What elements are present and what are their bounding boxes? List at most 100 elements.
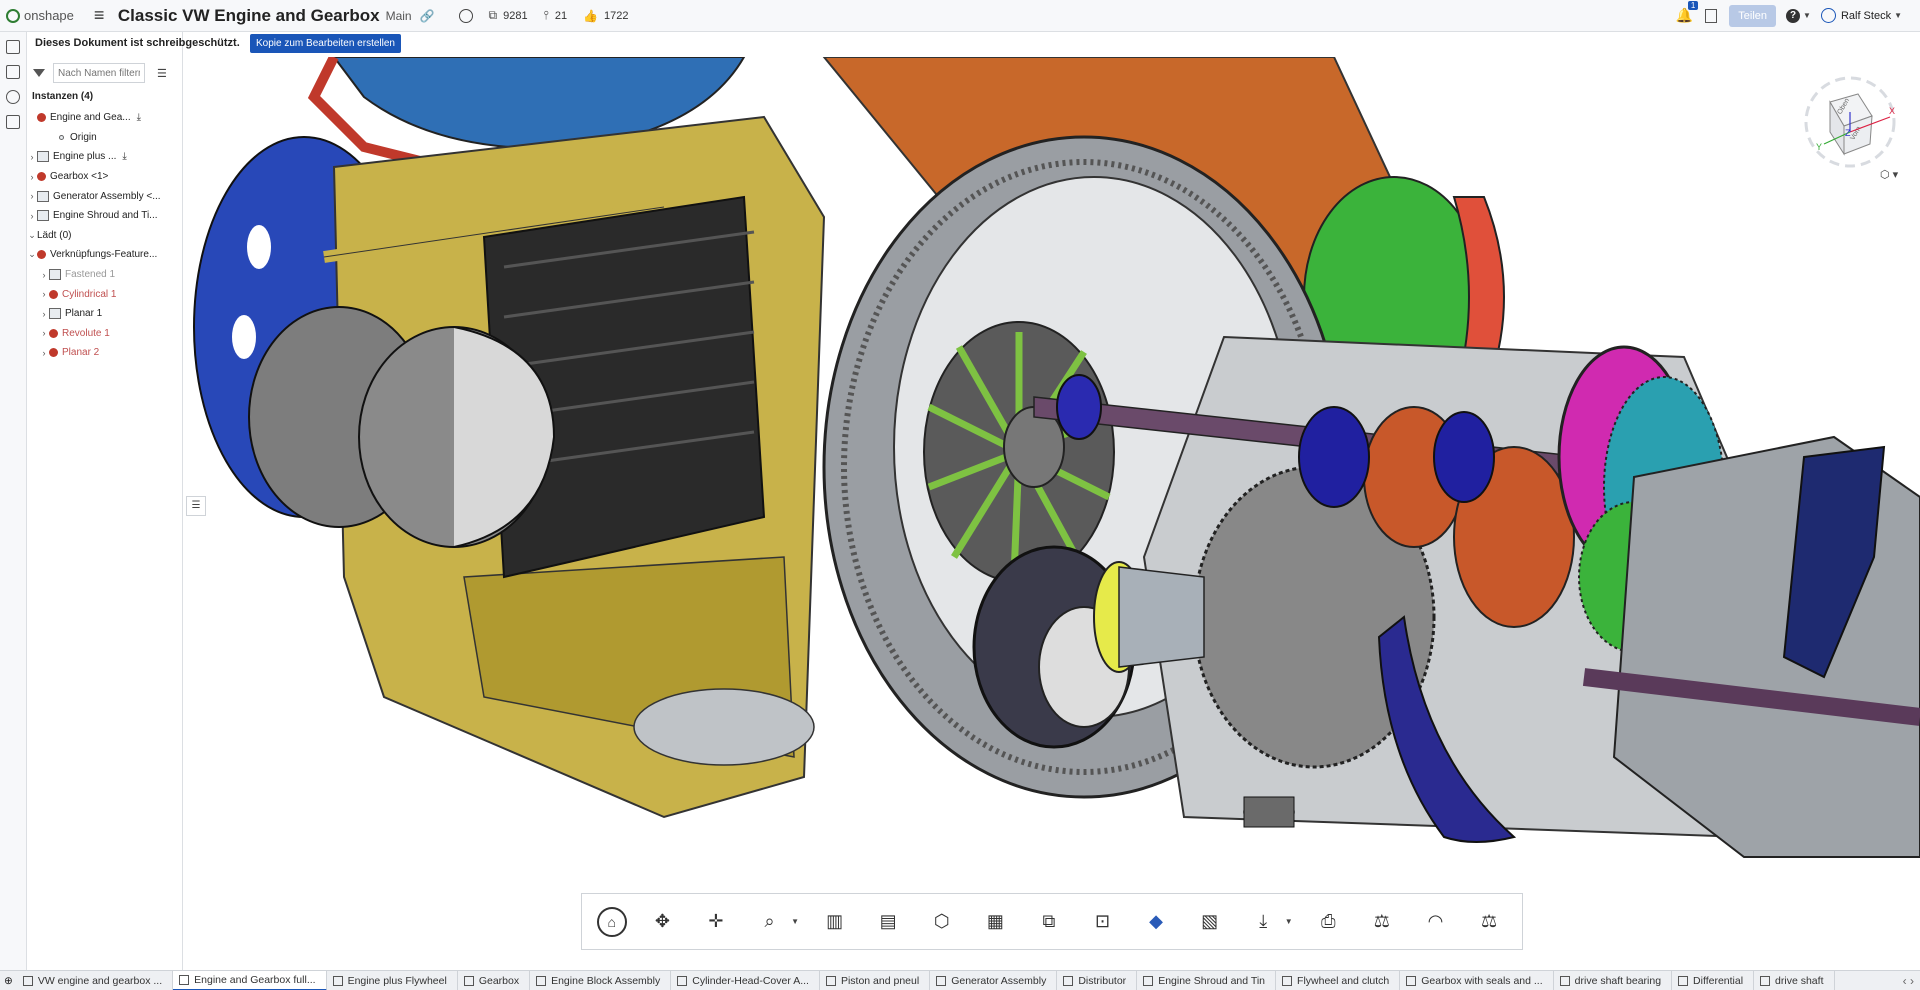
chevron-icon[interactable]: › bbox=[27, 191, 37, 201]
document-tab[interactable]: Flywheel and clutch bbox=[1276, 971, 1401, 990]
download-icon[interactable]: ⤓ bbox=[122, 151, 126, 162]
chevron-icon[interactable]: › bbox=[27, 152, 37, 162]
user-chevron-down-icon[interactable]: ▼ bbox=[1894, 11, 1902, 20]
chevron-icon[interactable]: › bbox=[39, 289, 49, 299]
tree-item-label: Revolute 1 bbox=[62, 327, 110, 339]
chevron-icon[interactable]: › bbox=[39, 270, 49, 280]
named-views-icon[interactable]: ⧉ bbox=[1031, 904, 1067, 940]
zoom-icon[interactable]: ⌕ bbox=[752, 904, 788, 940]
engine-model-render[interactable] bbox=[184, 57, 1920, 970]
document-tab[interactable]: VW engine and gearbox ... bbox=[17, 971, 174, 990]
links-count[interactable]: ⫯ 21 bbox=[544, 8, 567, 23]
tab-label: Engine plus Flywheel bbox=[347, 974, 447, 987]
chevron-icon[interactable]: › bbox=[39, 328, 49, 338]
tree-item[interactable]: › Planar 2 bbox=[27, 343, 183, 363]
tree-item[interactable]: Origin bbox=[27, 128, 183, 148]
render-mode-icon[interactable]: ⬡ bbox=[924, 904, 960, 940]
rotate-icon[interactable]: ✥ bbox=[644, 904, 680, 940]
home-view-icon[interactable]: ⌂ bbox=[596, 906, 627, 937]
tab-label: Differential bbox=[1693, 974, 1744, 987]
document-title[interactable]: Classic VW Engine and Gearbox bbox=[118, 6, 380, 26]
globe-icon[interactable] bbox=[458, 8, 473, 23]
help-icon[interactable]: ? bbox=[1786, 8, 1801, 23]
tab-scroll-icon[interactable]: ‹ › bbox=[1897, 974, 1920, 988]
document-tab[interactable]: Piston and pneul bbox=[820, 971, 931, 990]
assembly-icon bbox=[1143, 975, 1154, 986]
tree-item[interactable]: ⌄ Lädt (0) bbox=[27, 226, 183, 246]
tree-item[interactable]: › Engine Shroud and Ti... bbox=[27, 206, 183, 226]
assembly-icon bbox=[179, 974, 190, 985]
copies-count[interactable]: ⧉ 9281 bbox=[489, 8, 528, 23]
chevron-icon[interactable]: ⌄ bbox=[27, 249, 37, 260]
print-icon[interactable]: ⎙ bbox=[1310, 904, 1346, 940]
chevron-icon[interactable]: ⌄ bbox=[27, 230, 37, 241]
document-tab[interactable]: Differential bbox=[1672, 971, 1755, 990]
make-copy-button[interactable]: Kopie zum Bearbeiten erstellen bbox=[250, 34, 401, 53]
tab-list-icon[interactable]: ⊕ bbox=[0, 975, 17, 987]
user-name[interactable]: Ralf Steck bbox=[1841, 10, 1891, 22]
hamburger-menu-icon[interactable]: ≡ bbox=[94, 5, 110, 26]
notification-bell-icon[interactable]: 🔔 1 bbox=[1676, 1, 1699, 24]
part-icon bbox=[49, 269, 61, 281]
explode-icon[interactable]: ▦ bbox=[977, 904, 1013, 940]
copy-icon: ⧉ bbox=[488, 8, 498, 22]
document-tab[interactable]: Gearbox with seals and ... bbox=[1400, 971, 1554, 990]
chevron-down-icon[interactable]: ▼ bbox=[791, 917, 799, 926]
document-tab[interactable]: drive shaft bbox=[1754, 971, 1835, 990]
document-tab[interactable]: Generator Assembly bbox=[930, 971, 1058, 990]
chevron-icon[interactable]: › bbox=[39, 309, 49, 319]
user-avatar[interactable] bbox=[1820, 8, 1836, 23]
download-icon[interactable]: ⤓ bbox=[137, 112, 141, 123]
tree-item[interactable]: › Engine plus ... ⤓ bbox=[27, 147, 183, 167]
tree-item[interactable]: › Revolute 1 bbox=[27, 324, 183, 344]
gauge-icon[interactable]: ◠ bbox=[1417, 904, 1453, 940]
balance-icon[interactable]: ⚖ bbox=[1471, 904, 1507, 940]
tree-item[interactable]: Engine and Gea... ⤓ bbox=[27, 108, 183, 128]
pan-icon[interactable]: ✛ bbox=[698, 904, 734, 940]
tree-item[interactable]: › Fastened 1 bbox=[27, 265, 183, 285]
feature-list-icon[interactable] bbox=[6, 40, 20, 54]
bom-icon[interactable] bbox=[6, 115, 20, 129]
document-tab[interactable]: Engine and Gearbox full... bbox=[173, 971, 327, 990]
tree-item[interactable]: › Generator Assembly <... bbox=[27, 186, 183, 206]
chevron-icon[interactable]: › bbox=[27, 172, 37, 182]
chevron-icon[interactable]: › bbox=[39, 348, 49, 358]
branch-label[interactable]: Main bbox=[386, 9, 412, 23]
share-button[interactable]: Teilen bbox=[1729, 4, 1777, 27]
instances-icon[interactable] bbox=[6, 65, 20, 79]
display-icon[interactable]: ▤ bbox=[870, 904, 906, 940]
view-options-icon[interactable]: ⬡ ▾ bbox=[1880, 168, 1898, 181]
onshape-logo[interactable]: onshape bbox=[6, 8, 74, 23]
export-icon[interactable]: ⤓ bbox=[1245, 904, 1281, 940]
graphics-viewport[interactable] bbox=[184, 57, 1920, 970]
link-count-icon: ⫯ bbox=[543, 8, 549, 22]
section-icon[interactable]: ▥ bbox=[817, 904, 853, 940]
document-tab[interactable]: drive shaft bearing bbox=[1554, 971, 1673, 990]
document-tab[interactable]: Engine Block Assembly bbox=[530, 971, 672, 990]
appearance-icon[interactable]: ◆ bbox=[1138, 904, 1174, 940]
tree-item[interactable]: › Gearbox <1> bbox=[27, 167, 183, 187]
document-tab[interactable]: Engine Shroud and Tin bbox=[1137, 971, 1277, 990]
document-tab[interactable]: Gearbox bbox=[458, 971, 531, 990]
link-icon[interactable]: 🔗 bbox=[420, 9, 435, 23]
history-icon[interactable] bbox=[6, 90, 20, 104]
app-store-icon[interactable] bbox=[1705, 8, 1718, 23]
document-tab[interactable]: Cylinder-Head-Cover A... bbox=[671, 971, 820, 990]
filter-icon[interactable] bbox=[33, 69, 45, 77]
list-view-icon[interactable]: ☰ bbox=[157, 67, 167, 80]
document-tab[interactable]: Distributor bbox=[1057, 971, 1138, 990]
help-chevron-down-icon[interactable]: ▼ bbox=[1803, 11, 1811, 20]
chevron-down-icon[interactable]: ▼ bbox=[1285, 917, 1293, 926]
tree-item[interactable]: ⌄ Verknüpfungs-Feature... bbox=[27, 245, 183, 265]
measure-icon[interactable]: ▧ bbox=[1192, 904, 1228, 940]
filter-input[interactable] bbox=[53, 63, 145, 83]
tree-item[interactable]: › Planar 1 bbox=[27, 304, 183, 324]
mate-connector-icon[interactable]: ⊡ bbox=[1084, 904, 1120, 940]
feature-tree-toggle-icon[interactable]: ☰ bbox=[186, 496, 206, 516]
likes-count[interactable]: 👍 1722 bbox=[583, 9, 628, 23]
tree-item[interactable]: › Cylindrical 1 bbox=[27, 284, 183, 304]
document-tab[interactable]: Engine plus Flywheel bbox=[327, 971, 458, 990]
view-cube[interactable]: Oben Vorn X Y Z bbox=[1800, 72, 1900, 172]
mass-icon[interactable]: ⚖ bbox=[1364, 904, 1400, 940]
chevron-icon[interactable]: › bbox=[27, 211, 37, 221]
